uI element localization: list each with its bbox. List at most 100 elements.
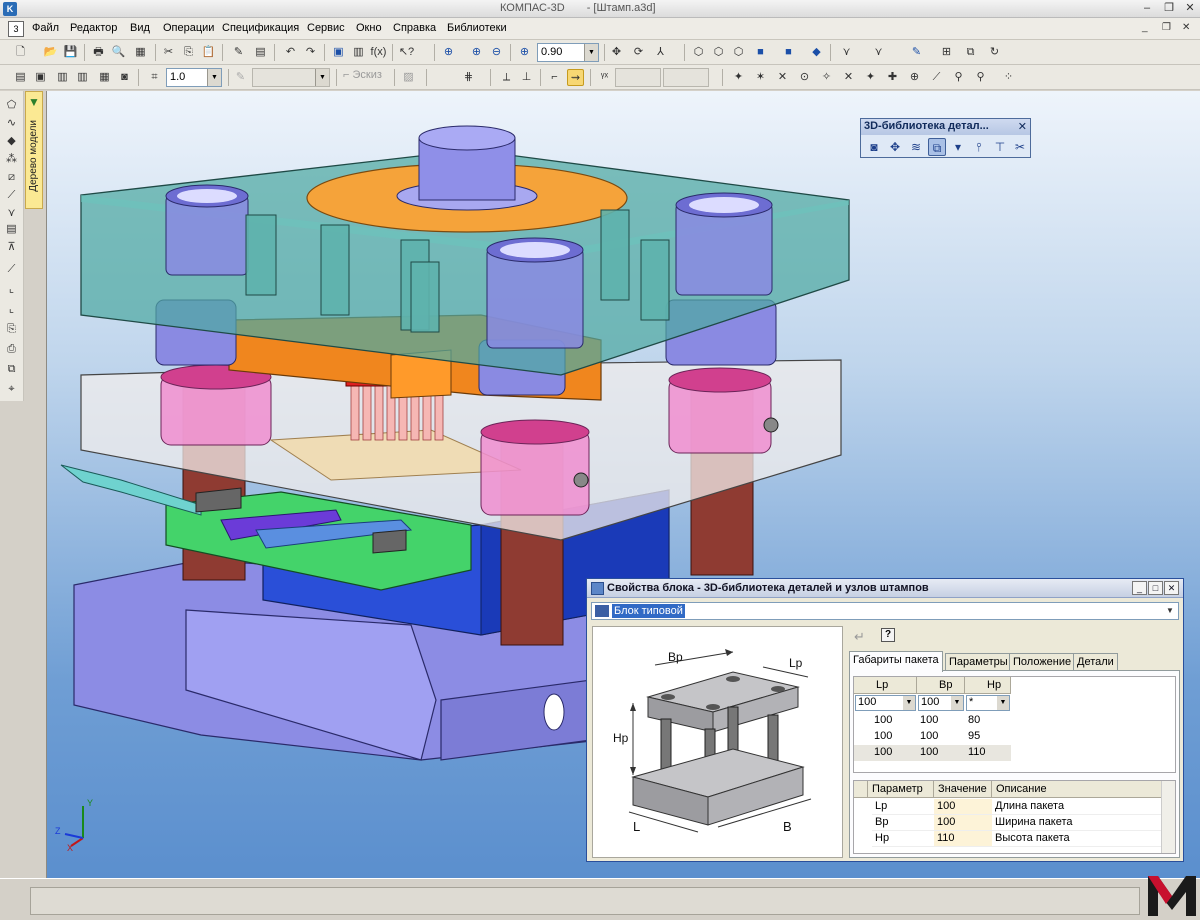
menu-libraries[interactable]: Библиотеки [447, 22, 507, 34]
paste-icon[interactable]: 📋 [200, 44, 217, 61]
sheet-metal-icon[interactable]: ⟋ [3, 261, 20, 278]
ortho-mode-icon[interactable]: ⌐ [546, 69, 563, 86]
rotate-icon[interactable]: ⟳ [630, 44, 647, 61]
snap-point-icon[interactable]: ✦ [730, 69, 747, 86]
column-header-description[interactable]: Описание [992, 781, 1162, 798]
minimize-icon[interactable]: _ [1132, 581, 1147, 595]
column-header-hp[interactable]: Hp [965, 677, 1011, 694]
snap-nearest-icon[interactable]: ⊕ [906, 69, 923, 86]
maximize-icon[interactable]: □ [1148, 581, 1163, 595]
menu-help[interactable]: Справка [393, 22, 436, 34]
table-row-selected[interactable]: 100 100 110 [854, 745, 1011, 761]
chevron-down-icon[interactable]: ▼ [584, 44, 598, 61]
mass-properties-icon[interactable]: ⊞ [938, 44, 955, 61]
column-header-parameter[interactable]: Параметр [868, 781, 934, 798]
surface-icon[interactable]: ◆ [3, 133, 20, 150]
restore-icon[interactable]: ❐ [1160, 1, 1178, 16]
zoom-scale-icon[interactable]: ⊕ [516, 44, 533, 61]
redo-icon[interactable]: ↷ [302, 44, 319, 61]
minimize-icon[interactable]: – [1138, 1, 1156, 16]
tab-position[interactable]: Положение [1009, 653, 1076, 671]
table-icon[interactable]: ▤ [252, 44, 269, 61]
zoom-in-icon[interactable]: ⊕ [468, 44, 485, 61]
snap-align-icon[interactable]: ⚲ [950, 69, 967, 86]
cut-icon[interactable]: ✂ [160, 44, 177, 61]
mdi-close-icon[interactable]: ✕ [1182, 22, 1190, 33]
copy-icon[interactable]: ⎘ [180, 44, 197, 61]
column-header-lp[interactable]: Lp [854, 677, 917, 694]
tab-details[interactable]: Детали [1073, 653, 1118, 671]
tab-package-size[interactable]: Габариты пакета [849, 651, 943, 672]
local-cs-icon[interactable]: ⟂ [498, 69, 515, 86]
wireframe-icon[interactable]: ⬡ [690, 44, 707, 61]
scrollbar[interactable] [1161, 781, 1175, 853]
mdi-minimize-icon[interactable]: _ [1142, 22, 1148, 33]
snap-angle-icon[interactable]: ⟋ [928, 69, 945, 86]
auxiliary-geometry-icon[interactable]: ⧄ [3, 169, 20, 186]
open-folder-icon[interactable]: 📂 [42, 44, 59, 61]
snap-settings-icon[interactable]: ⚲ [972, 69, 989, 86]
block-type-select[interactable]: Блок типовой ▼ [591, 602, 1179, 620]
mdi-restore-icon[interactable]: ❐ [1162, 22, 1171, 33]
hidden-lines-icon[interactable]: ⬡ [710, 44, 727, 61]
chevron-down-icon[interactable]: ▼ [207, 69, 221, 86]
section-icon[interactable]: ⧉ [962, 44, 979, 61]
tree-manager-icon[interactable]: ▣ [330, 44, 347, 61]
dialog-title-bar[interactable]: Свойства блока - 3D-библиотека деталей и… [587, 579, 1183, 598]
close-icon[interactable]: ✕ [1181, 1, 1199, 16]
undo-icon[interactable]: ↶ [282, 44, 299, 61]
library-cross-icon[interactable]: ✥ [886, 138, 904, 156]
shaded-icon[interactable]: ■ [752, 44, 769, 61]
format-brush-icon[interactable]: ✎ [230, 44, 247, 61]
zoom-combo[interactable]: 0.90 ▼ [537, 43, 599, 62]
unfold-icon[interactable]: ⧉ [3, 361, 20, 378]
print-icon[interactable]: 🖶 [90, 44, 107, 61]
dimensions-icon[interactable]: ⟋ [3, 187, 20, 204]
perspective-icon[interactable]: ◆ [808, 44, 825, 61]
document-icon[interactable]: 3 [8, 21, 24, 37]
array-icon[interactable]: ⁂ [3, 151, 20, 168]
chevron-down-icon[interactable]: ▼ [997, 696, 1009, 710]
chevron-down-icon[interactable]: ▼ [903, 696, 915, 710]
snap-more-icon[interactable]: ⁘ [1000, 69, 1017, 86]
layer-icon[interactable]: ▣ [32, 69, 49, 86]
menu-view[interactable]: Вид [130, 22, 150, 34]
snap-tangent-icon[interactable]: ✦ [862, 69, 879, 86]
coordinates-icon[interactable]: ᵞˣ [596, 69, 613, 86]
geometry-icon[interactable]: ⬠ [3, 97, 20, 114]
library-package-icon[interactable]: ⧉ [928, 138, 946, 156]
camera-icon[interactable]: ◙ [116, 69, 133, 86]
close-icon[interactable]: ✕ [1164, 581, 1179, 595]
library-manager-icon[interactable]: ▥ [350, 44, 367, 61]
step-combo[interactable]: 1.0 ▼ [166, 68, 222, 87]
save-icon[interactable]: 💾 [62, 44, 79, 61]
flange-icon[interactable]: ⎘ [3, 321, 20, 338]
bend-line-icon[interactable]: ⌞ [3, 301, 20, 318]
sketch-button[interactable]: ⌐ Эскиз [343, 69, 382, 81]
param-value[interactable]: 100 [934, 815, 992, 831]
document-props-icon[interactable]: ▤ [12, 69, 29, 86]
stamp-icon[interactable]: ⎙ [3, 341, 20, 358]
thin-hidden-icon[interactable]: ⬡ [730, 44, 747, 61]
measure-tool-icon[interactable]: ⊼ [3, 239, 20, 256]
menu-file[interactable]: Файл [32, 22, 59, 34]
library-pin-icon[interactable]: ⫯ [970, 138, 988, 156]
filter-hp-select[interactable]: * ▼ [966, 695, 1010, 711]
library-punch-icon[interactable]: ▾ [949, 138, 967, 156]
pan-icon[interactable]: ✥ [608, 44, 625, 61]
column-header-bp[interactable]: Bp [917, 677, 965, 694]
zoom-window-icon[interactable]: ⊕ [440, 44, 457, 61]
menu-window[interactable]: Окно [356, 22, 382, 34]
model-tree-tab[interactable]: ▼ Дерево модели [25, 91, 43, 209]
measure-icon[interactable]: ✎ [908, 44, 925, 61]
selection-icon[interactable]: ⋎ [870, 44, 887, 61]
select-filter-icon[interactable]: ⋎ [3, 205, 20, 222]
snap-normal-icon[interactable]: ✚ [884, 69, 901, 86]
zoom-out-icon[interactable]: ⊖ [488, 44, 505, 61]
chevron-down-icon[interactable]: ▼ [1163, 604, 1177, 618]
properties-icon[interactable]: ▦ [132, 44, 149, 61]
view-icon[interactable]: ▥ [54, 69, 71, 86]
menu-specification[interactable]: Спецификация [222, 22, 299, 34]
tab-parameters[interactable]: Параметры [945, 653, 1012, 671]
rebuild-icon[interactable]: ↻ [986, 44, 1003, 61]
